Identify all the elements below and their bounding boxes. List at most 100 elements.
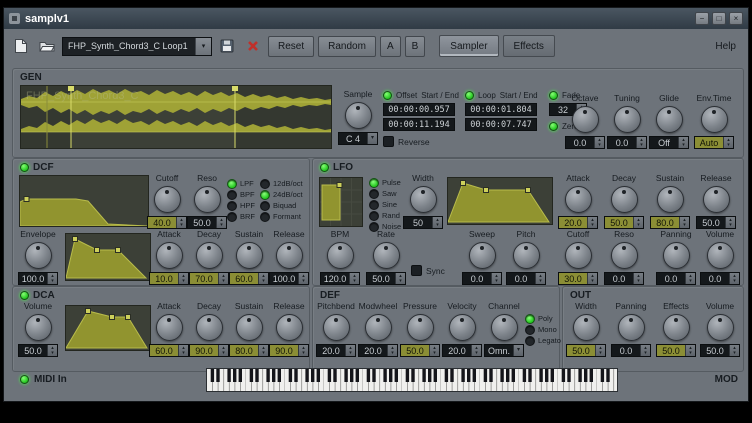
sustain-knob[interactable] xyxy=(236,242,263,269)
spin-arrows-icon[interactable]: ▴▾ xyxy=(258,345,268,356)
help-button[interactable]: Help xyxy=(709,41,742,52)
volume-knob[interactable] xyxy=(707,314,734,341)
titlebar[interactable]: samplv1 − □ × xyxy=(4,8,748,29)
pitchbend-spinbox[interactable]: 20.0▴▾ xyxy=(316,344,356,357)
cutoff-spinbox[interactable]: 40.0▴▾ xyxy=(147,216,187,229)
spin-arrows-icon[interactable]: ▴▾ xyxy=(594,137,604,148)
velocity-knob[interactable] xyxy=(449,314,476,341)
preset-combo[interactable]: FHP_Synth_Chord3_C Loop1 ▾ xyxy=(62,37,212,56)
spin-arrows-icon[interactable]: ▴▾ xyxy=(216,217,226,228)
spin-arrows-icon[interactable]: ▴▾ xyxy=(640,345,650,356)
radio-sine[interactable]: Sine xyxy=(369,199,401,210)
release-spinbox[interactable]: 90.0▴▾ xyxy=(269,344,309,357)
rate-knob[interactable] xyxy=(373,242,400,269)
spin-arrows-icon[interactable]: ▴▾ xyxy=(535,273,545,284)
velocity-spinbox[interactable]: 20.0▴▾ xyxy=(442,344,482,357)
volume-knob[interactable] xyxy=(25,314,52,341)
channel-combo[interactable]: Omn.▾ xyxy=(484,344,524,357)
bpm-knob[interactable] xyxy=(327,242,354,269)
release-knob[interactable] xyxy=(703,186,730,213)
width-spinbox[interactable]: 50▴▾ xyxy=(403,216,443,229)
spin-arrows-icon[interactable]: ▴▾ xyxy=(471,345,481,356)
dca-envelope-display[interactable] xyxy=(65,305,151,351)
spin-arrows-icon[interactable]: ▴▾ xyxy=(176,217,186,228)
loop-start-field[interactable]: 00:00:01.804 xyxy=(465,103,537,116)
attack-spinbox[interactable]: 60.0▴▾ xyxy=(149,344,189,357)
channel-knob[interactable] xyxy=(491,314,518,341)
spin-arrows-icon[interactable]: ▴▾ xyxy=(587,217,597,228)
tuning-knob[interactable] xyxy=(614,106,641,133)
decay-knob[interactable] xyxy=(196,314,223,341)
radio-hpf[interactable]: HPF xyxy=(227,200,255,211)
spin-arrows-icon[interactable]: ▴▾ xyxy=(298,273,308,284)
pressure-spinbox[interactable]: 50.0▴▾ xyxy=(400,344,440,357)
sustain-spinbox[interactable]: 60.0▴▾ xyxy=(229,272,269,285)
radio-saw[interactable]: Saw xyxy=(369,188,401,199)
width-spinbox[interactable]: 50.0▴▾ xyxy=(566,344,606,357)
filter-response-display[interactable] xyxy=(19,175,149,227)
decay-spinbox[interactable]: 90.0▴▾ xyxy=(189,344,229,357)
chevron-down-icon[interactable]: ▾ xyxy=(195,38,211,55)
effects-spinbox[interactable]: 50.0▴▾ xyxy=(656,344,696,357)
reso-knob[interactable] xyxy=(611,242,638,269)
spin-arrows-icon[interactable]: ▴▾ xyxy=(47,345,57,356)
pressure-knob[interactable] xyxy=(407,314,434,341)
spin-arrows-icon[interactable]: ▴▾ xyxy=(685,345,695,356)
modwheel-spinbox[interactable]: 20.0▴▾ xyxy=(358,344,398,357)
sync-checkbox[interactable]: Sync xyxy=(411,265,445,276)
envelope-spinbox[interactable]: 100.0▴▾ xyxy=(18,272,58,285)
release-spinbox[interactable]: 100.0▴▾ xyxy=(269,272,309,285)
octave-spinbox[interactable]: 0.0▴▾ xyxy=(565,136,605,149)
spin-arrows-icon[interactable]: ▴▾ xyxy=(678,137,688,148)
spin-arrows-icon[interactable]: ▴▾ xyxy=(633,217,643,228)
radio-formant[interactable]: Formant xyxy=(260,211,303,222)
panning-spinbox[interactable]: 0.0▴▾ xyxy=(611,344,651,357)
attack-spinbox[interactable]: 20.0▴▾ xyxy=(558,216,598,229)
offset-end-field[interactable]: 00:00:11.194 xyxy=(383,118,455,131)
reso-knob[interactable] xyxy=(194,186,221,213)
reso-spinbox[interactable]: 50.0▴▾ xyxy=(187,216,227,229)
volume-spinbox[interactable]: 50.0▴▾ xyxy=(700,344,740,357)
spin-arrows-icon[interactable]: ▴▾ xyxy=(432,217,442,228)
spin-arrows-icon[interactable]: ▴▾ xyxy=(633,273,643,284)
dcf-envelope-display[interactable] xyxy=(65,233,151,281)
save-preset-button[interactable] xyxy=(216,36,238,56)
radio-brf[interactable]: BRF xyxy=(227,211,255,222)
envelope-knob[interactable] xyxy=(25,242,52,269)
attack-knob[interactable] xyxy=(156,242,183,269)
new-preset-button[interactable] xyxy=(10,36,32,56)
delete-preset-button[interactable] xyxy=(242,36,264,56)
volume-knob[interactable] xyxy=(707,242,734,269)
radio-bpf[interactable]: BPF xyxy=(227,189,255,200)
tuning-spinbox[interactable]: 0.0▴▾ xyxy=(607,136,647,149)
width-knob[interactable] xyxy=(410,186,437,213)
attack-knob[interactable] xyxy=(156,314,183,341)
radio-legato[interactable]: Legato xyxy=(525,335,561,346)
sweep-spinbox[interactable]: 0.0▴▾ xyxy=(462,272,502,285)
lfo-envelope-display[interactable] xyxy=(447,177,553,225)
sustain-spinbox[interactable]: 80.0▴▾ xyxy=(229,344,269,357)
random-button[interactable]: Random xyxy=(318,36,376,57)
sample-combo[interactable]: C 4▾ xyxy=(338,132,378,145)
panning-knob[interactable] xyxy=(618,314,645,341)
spin-arrows-icon[interactable]: ▴▾ xyxy=(429,345,439,356)
radio-poly[interactable]: Poly xyxy=(525,313,561,324)
radio-12db-oct[interactable]: 12dB/oct xyxy=(260,178,303,189)
radio-mono[interactable]: Mono xyxy=(525,324,561,335)
b-button[interactable]: B xyxy=(405,36,426,57)
radio-lpf[interactable]: LPF xyxy=(227,178,255,189)
loop-end-field[interactable]: 00:00:07.747 xyxy=(465,118,537,131)
spin-arrows-icon[interactable]: ▴▾ xyxy=(636,137,646,148)
spin-arrows-icon[interactable]: ▴▾ xyxy=(729,273,739,284)
spin-arrows-icon[interactable]: ▴▾ xyxy=(298,345,308,356)
release-knob[interactable] xyxy=(276,242,303,269)
spin-arrows-icon[interactable]: ▴▾ xyxy=(587,273,597,284)
decay-knob[interactable] xyxy=(196,242,223,269)
spin-arrows-icon[interactable]: ▴▾ xyxy=(258,273,268,284)
radio-rand[interactable]: Rand xyxy=(369,210,401,221)
release-knob[interactable] xyxy=(276,314,303,341)
reverse-checkbox[interactable]: Reverse xyxy=(383,136,463,147)
radio-24db-oct[interactable]: 24dB/oct xyxy=(260,189,303,200)
sweep-knob[interactable] xyxy=(469,242,496,269)
reso-spinbox[interactable]: 0.0▴▾ xyxy=(604,272,644,285)
